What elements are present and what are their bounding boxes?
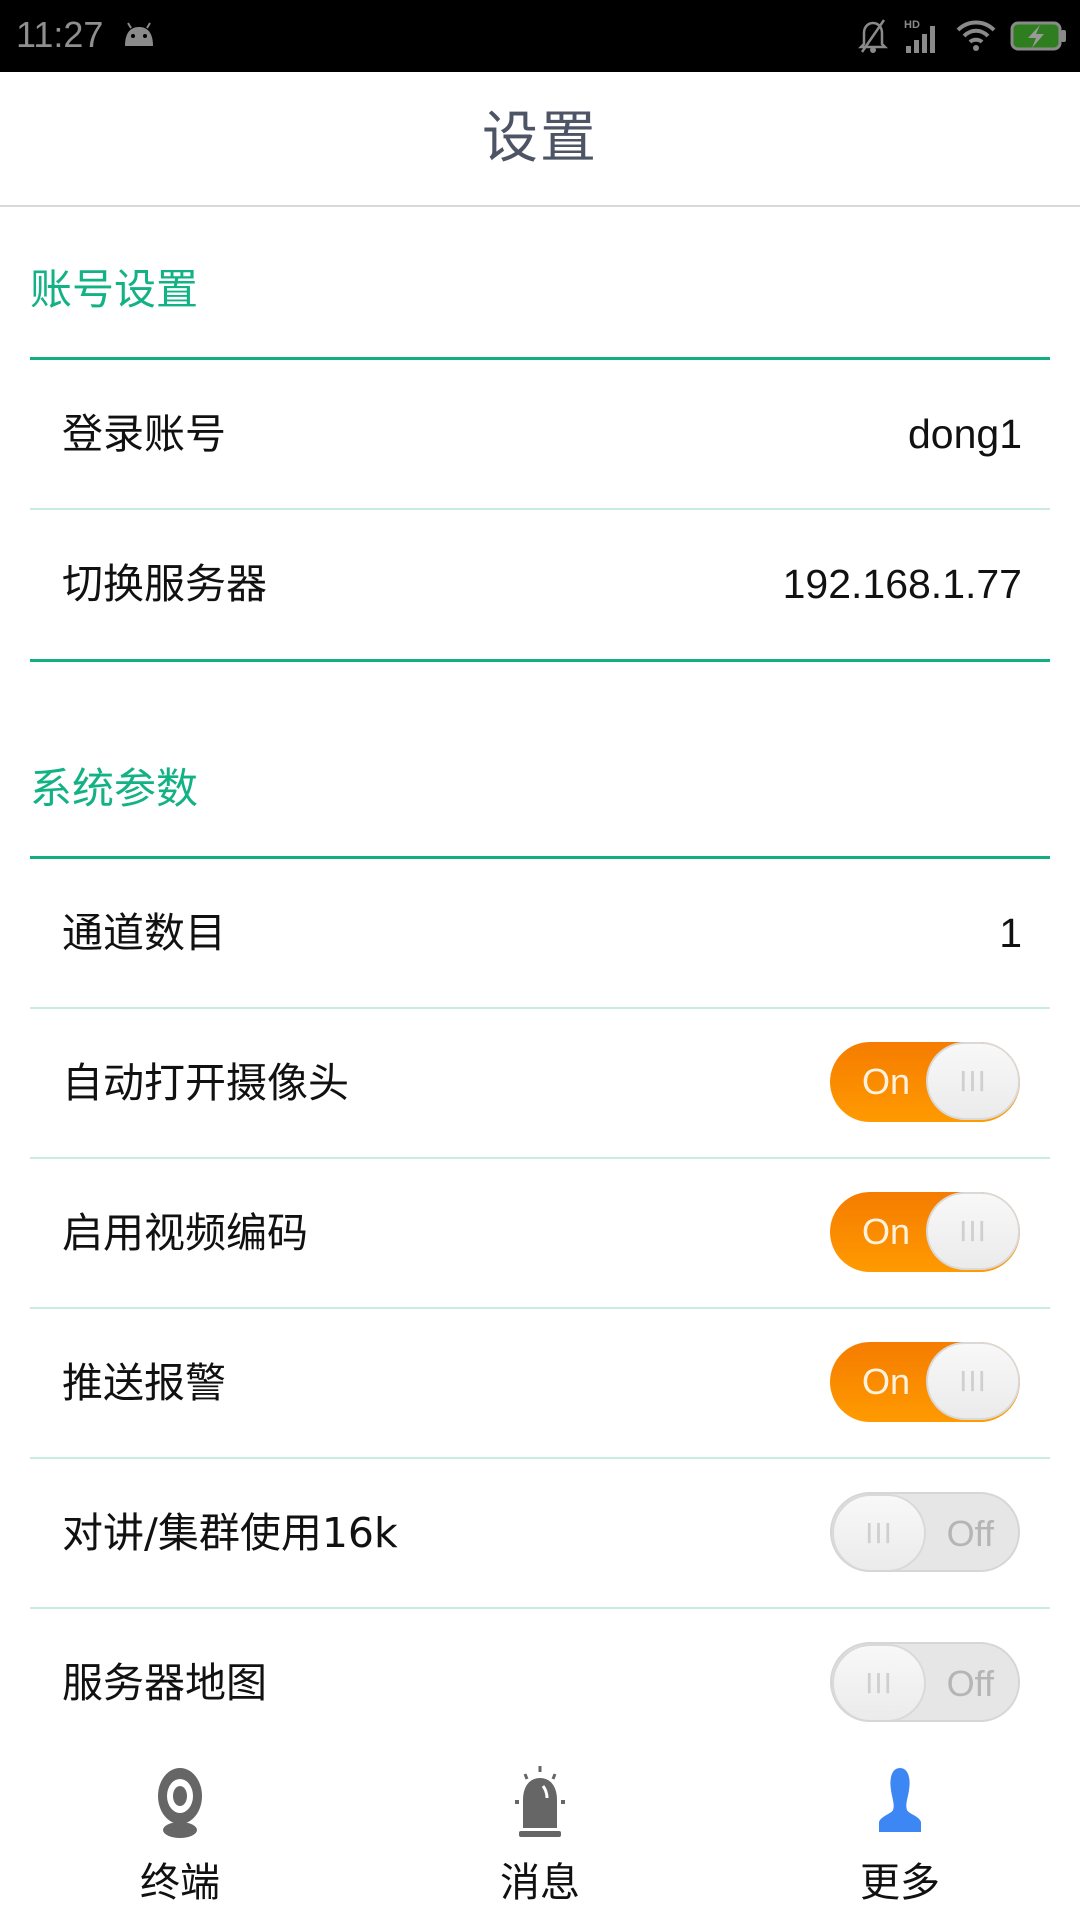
row-label: 对讲/集群使用16k [62,1509,398,1557]
webcam-icon [158,1768,202,1838]
android-notification-icon [125,22,153,46]
toggle-knob: III [832,1494,926,1570]
toggle-knob: III [926,1342,1020,1420]
row-auto-open-camera: 自动打开摄像头 On III [30,1009,1050,1159]
row-label: 自动打开摄像头 [62,1059,349,1107]
toggle-server-map[interactable]: III Off [830,1642,1020,1722]
hd-signal-icon: HD [904,19,935,53]
bottom-nav: 终端 消息 更多 [0,1740,1080,1920]
toggle-knob: III [832,1644,926,1720]
battery-charging-icon [1010,21,1066,51]
toggle-state-text: On [862,1361,911,1402]
toggle-push-alarm[interactable]: On III [830,1342,1020,1422]
toggle-state-text: On [862,1061,911,1102]
app-header: 设置 [0,72,1080,207]
toggle-intercom-16k[interactable]: III Off [830,1492,1020,1572]
row-switch-server[interactable]: 切换服务器 192.168.1.77 [30,510,1050,658]
row-label: 登录账号 [62,410,226,458]
toggle-knob: III [926,1042,1020,1120]
bell-muted-icon [858,19,888,53]
toggle-state-text: Off [946,1663,994,1704]
svg-text:HD: HD [904,19,920,31]
row-label: 服务器地图 [62,1659,267,1707]
user-icon [879,1768,921,1832]
row-value: 192.168.1.77 [782,561,1022,607]
page-title: 设置 [482,106,598,171]
nav-item-messages[interactable]: 消息 [360,1740,720,1920]
row-value: 1 [999,910,1022,956]
toggle-state-text: Off [946,1513,994,1554]
wifi-icon [956,20,996,51]
alarm-siren-icon [515,1766,565,1837]
nav-label: 终端 [140,1860,220,1906]
section-title-account: 账号设置 [30,265,199,314]
toggle-auto-open-camera[interactable]: On III [830,1042,1020,1122]
section-title-system: 系统参数 [30,764,199,813]
row-intercom-16k: 对讲/集群使用16k III Off [30,1459,1050,1609]
toggle-knob: III [926,1192,1020,1270]
toggle-video-encoding[interactable]: On III [830,1192,1020,1272]
row-video-encoding: 启用视频编码 On III [30,1159,1050,1309]
nav-label: 更多 [860,1860,940,1906]
section-divider [30,659,1050,662]
row-value: dong1 [907,411,1022,457]
nav-item-terminal[interactable]: 终端 [0,1740,360,1920]
row-label: 切换服务器 [62,560,267,608]
row-push-alarm: 推送报警 On III [30,1309,1050,1459]
status-bar: 11:27 HD [0,0,1080,72]
row-label: 推送报警 [62,1359,226,1407]
row-channel-count[interactable]: 通道数目 1 [30,859,1050,1009]
row-server-map: 服务器地图 III Off [30,1609,1050,1757]
row-label: 启用视频编码 [62,1209,308,1257]
nav-item-more[interactable]: 更多 [720,1740,1080,1920]
row-login-account[interactable]: 登录账号 dong1 [30,360,1050,510]
toggle-state-text: On [862,1211,911,1252]
status-time: 11:27 [16,14,104,55]
row-label: 通道数目 [62,909,226,957]
nav-label: 消息 [500,1860,580,1906]
